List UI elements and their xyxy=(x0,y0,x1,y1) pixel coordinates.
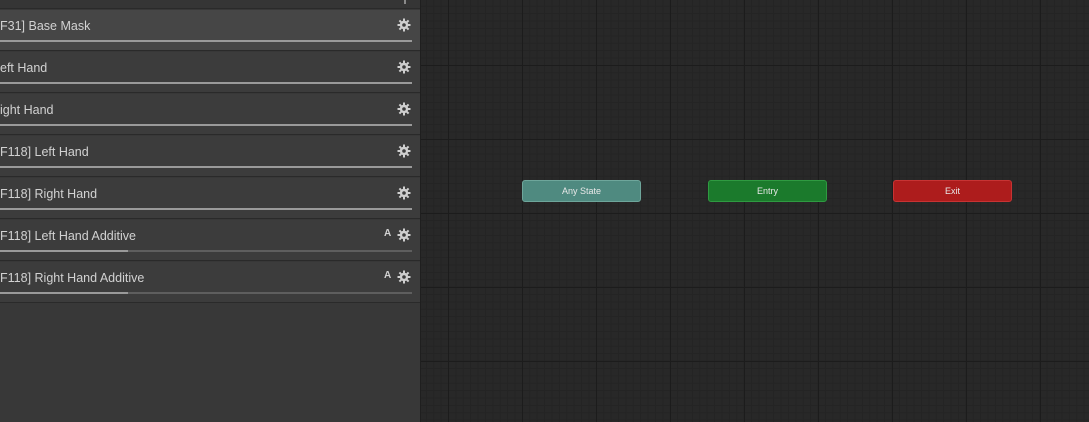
state-machine-graph[interactable]: Any State Entry Exit xyxy=(421,0,1089,422)
layer-weight-slider[interactable] xyxy=(0,208,412,210)
any-state-node[interactable]: Any State xyxy=(522,180,641,202)
layer-weight-slider[interactable] xyxy=(0,250,412,252)
layer-weight-fill xyxy=(0,208,412,210)
layer-row[interactable]: ight Hand xyxy=(0,94,420,135)
gear-icon[interactable] xyxy=(397,18,411,32)
layer-weight-fill xyxy=(0,292,128,294)
layer-weight-slider[interactable] xyxy=(0,292,412,294)
gear-icon[interactable] xyxy=(397,186,411,200)
layer-weight-slider[interactable] xyxy=(0,124,412,126)
gear-icon[interactable] xyxy=(397,144,411,158)
layer-row[interactable]: F118] Right Hand Additive A xyxy=(0,262,420,303)
layer-row[interactable]: eft Hand xyxy=(0,52,420,93)
layer-name: eft Hand xyxy=(0,61,48,75)
additive-badge: A xyxy=(384,270,392,281)
additive-badge: A xyxy=(384,228,392,239)
layers-header-strip xyxy=(0,0,420,9)
layer-name: F118] Right Hand Additive xyxy=(0,271,145,285)
layer-weight-slider[interactable] xyxy=(0,166,412,168)
layer-row[interactable]: F31] Base Mask xyxy=(0,10,420,51)
layer-weight-slider[interactable] xyxy=(0,40,412,42)
layer-weight-fill xyxy=(0,166,412,168)
gear-icon[interactable] xyxy=(397,270,411,284)
layer-weight-fill xyxy=(0,40,412,42)
layer-name: ight Hand xyxy=(0,103,54,117)
layer-row[interactable]: F118] Left Hand xyxy=(0,136,420,177)
entry-node[interactable]: Entry xyxy=(708,180,827,202)
layer-row[interactable]: F118] Left Hand Additive A xyxy=(0,220,420,261)
header-nub xyxy=(404,0,406,4)
gear-icon[interactable] xyxy=(397,102,411,116)
layer-name: F118] Left Hand xyxy=(0,145,89,159)
layer-weight-fill xyxy=(0,124,412,126)
layers-panel: F31] Base Mask eft Hand ight Hand F118] Lef… xyxy=(0,0,421,422)
layer-name: F118] Left Hand Additive xyxy=(0,229,136,243)
exit-node[interactable]: Exit xyxy=(893,180,1012,202)
gear-icon[interactable] xyxy=(397,228,411,242)
layer-weight-slider[interactable] xyxy=(0,82,412,84)
layer-weight-fill xyxy=(0,82,412,84)
gear-icon[interactable] xyxy=(397,60,411,74)
layer-weight-fill xyxy=(0,250,128,252)
layer-name: F118] Right Hand xyxy=(0,187,98,201)
layer-row[interactable]: F118] Right Hand xyxy=(0,178,420,219)
layer-name: F31] Base Mask xyxy=(0,19,91,33)
